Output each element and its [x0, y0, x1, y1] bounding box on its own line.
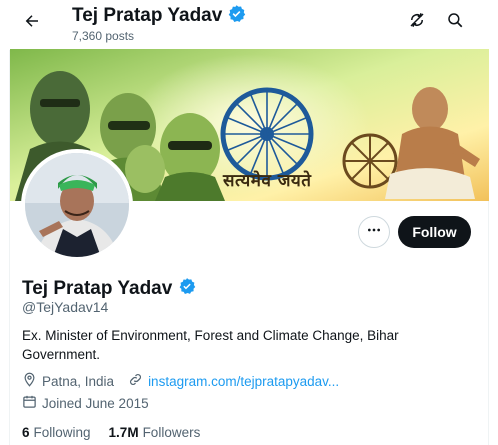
- banner-motto: सत्यमेव जयते: [223, 171, 312, 191]
- header-title: Tej Pratap Yadav: [72, 4, 246, 28]
- followers-link[interactable]: 1.7M Followers: [109, 425, 201, 440]
- profile-bio: Ex. Minister of Environment, Forest and …: [22, 328, 399, 362]
- more-options-button[interactable]: [358, 216, 390, 248]
- location: Patna, India: [22, 372, 114, 390]
- profile-name-row: Tej Pratap Yadav: [22, 277, 196, 300]
- profile-name: Tej Pratap Yadav: [22, 277, 173, 299]
- header-name: Tej Pratap Yadav: [72, 5, 223, 26]
- verified-badge-icon: [227, 4, 246, 28]
- refresh-button[interactable]: [406, 11, 428, 33]
- verified-badge-icon[interactable]: [178, 277, 196, 300]
- following-link[interactable]: 6 Following: [22, 425, 91, 440]
- avatar-image: [25, 153, 129, 257]
- search-button[interactable]: [444, 11, 466, 33]
- header-post-count: 7,360 posts: [72, 29, 135, 43]
- website-link[interactable]: instagram.com/tejpratapyadav...: [148, 374, 339, 389]
- location-text: Patna, India: [42, 373, 115, 389]
- joined-text: Joined June 2015: [42, 395, 149, 411]
- link-icon: [128, 372, 143, 390]
- website: instagram.com/tejpratapyadav...: [128, 372, 339, 390]
- profile-header: Tej Pratap Yadav 7,360 posts: [0, 0, 498, 50]
- joined-date: Joined June 2015: [22, 394, 149, 412]
- refresh-icon: [408, 11, 426, 34]
- follow-stats: 6 Following 1.7M Followers: [22, 425, 218, 440]
- avatar[interactable]: [21, 149, 133, 261]
- followers-count: 1.7M: [108, 425, 139, 440]
- back-button[interactable]: [20, 11, 44, 35]
- more-dots-icon: [366, 222, 382, 243]
- following-label: Following: [33, 425, 91, 440]
- following-count: 6: [22, 425, 30, 440]
- search-icon: [446, 11, 464, 34]
- follow-button[interactable]: Follow: [398, 216, 471, 248]
- location-pin-icon: [22, 372, 37, 390]
- profile-meta: Patna, India instagram.com/tejpratapyada…: [22, 372, 353, 390]
- followers-label: Followers: [142, 425, 201, 440]
- profile-handle: @TejYadav14: [22, 299, 109, 315]
- calendar-icon: [22, 394, 37, 412]
- arrow-left-icon: [23, 12, 41, 35]
